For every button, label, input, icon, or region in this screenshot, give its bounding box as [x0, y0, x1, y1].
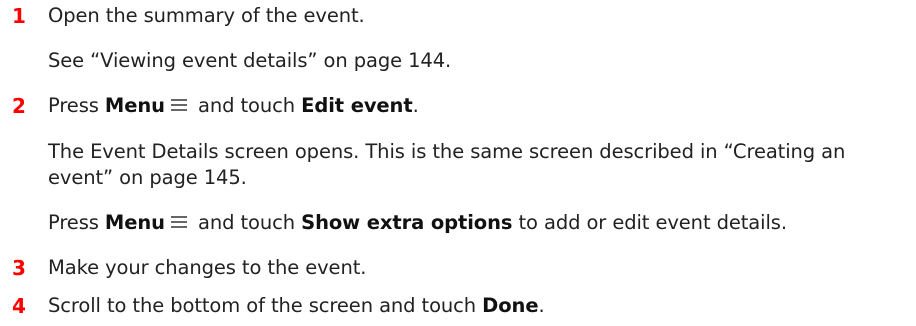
step-4-prefix: Scroll to the bottom of the screen and t…	[48, 294, 483, 317]
step-4-text: Scroll to the bottom of the screen and t…	[48, 294, 545, 318]
step-2-extra-mid: and touch	[191, 211, 302, 234]
step-number-3: 3	[12, 256, 26, 280]
menu-icon	[170, 99, 187, 111]
step-number-4: 4	[12, 294, 26, 318]
step-2-description-line-1: The Event Details screen opens. This is …	[48, 140, 846, 163]
menu-key-label: Menu	[104, 94, 165, 117]
step-2-extra-suffix: to add or edit event details.	[512, 211, 787, 234]
show-extra-options-label: Show extra options	[301, 211, 513, 234]
step-3-text: Make your changes to the event.	[48, 256, 367, 279]
menu-icon	[170, 216, 187, 228]
step-2-extra-text: Press Menu and touch Show extra options …	[48, 211, 787, 235]
instruction-page: 1 Open the summary of the event. See “Vi…	[0, 0, 916, 326]
step-1-reference: See “Viewing event details” on page 144.	[48, 49, 452, 72]
step-2-prefix: Press	[48, 94, 105, 117]
step-number-1: 1	[12, 4, 26, 28]
step-2-extra-prefix: Press	[48, 211, 105, 234]
step-4-suffix: .	[538, 294, 545, 317]
step-number-2: 2	[12, 94, 26, 118]
edit-event-label: Edit event	[301, 94, 413, 117]
done-label: Done	[482, 294, 539, 317]
step-1-text: Open the summary of the event.	[48, 4, 365, 27]
step-2-mid: and touch	[191, 94, 302, 117]
step-2-description-line-2: event” on page 145.	[48, 166, 247, 189]
menu-key-label-2: Menu	[104, 211, 165, 234]
step-2-text: Press Menu and touch Edit event.	[48, 94, 419, 118]
step-2-suffix: .	[412, 94, 419, 117]
